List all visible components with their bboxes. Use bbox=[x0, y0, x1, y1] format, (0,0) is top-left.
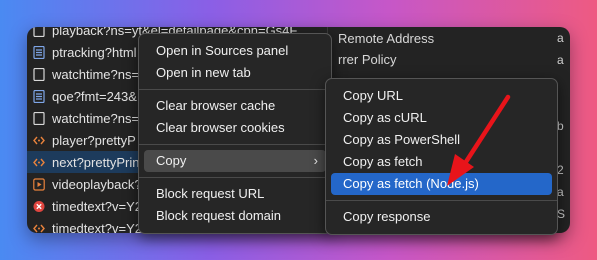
header-value-edge: b bbox=[557, 119, 564, 133]
copy-submenu: Copy URL Copy as cURL Copy as PowerShell… bbox=[325, 78, 558, 235]
context-menu: Open in Sources panel Open in new tab Cl… bbox=[138, 33, 332, 234]
request-name: ptracking?html bbox=[52, 44, 137, 60]
menu-divider bbox=[139, 144, 331, 145]
request-name: next?prettyPrin bbox=[52, 154, 140, 170]
menu-item-clear-browser-cookies[interactable]: Clear browser cookies bbox=[144, 117, 326, 139]
request-name: player?prettyP bbox=[52, 132, 136, 148]
code-icon bbox=[33, 158, 45, 166]
request-name: qoe?fmt=243& bbox=[52, 88, 137, 104]
request-name: timedtext?v=Y2 bbox=[52, 198, 142, 214]
document-icon bbox=[33, 27, 45, 37]
menu-item-copy-label: Copy bbox=[156, 153, 187, 168]
menu-item-block-request-url[interactable]: Block request URL bbox=[144, 183, 326, 205]
error-icon bbox=[33, 200, 45, 212]
header-value-edge: a bbox=[557, 53, 564, 67]
header-key-remote-address: Remote Address bbox=[338, 31, 435, 46]
menu-item-copy-as-fetch[interactable]: Copy as fetch bbox=[331, 151, 552, 173]
header-value-edge: S bbox=[557, 207, 566, 221]
menu-item-copy-as-curl[interactable]: Copy as cURL bbox=[331, 107, 552, 129]
header-value-edge: 2 bbox=[557, 163, 564, 177]
menu-divider bbox=[139, 177, 331, 178]
request-name: watchtime?ns= bbox=[52, 110, 140, 126]
document-icon bbox=[33, 45, 45, 59]
request-name: timedtext?v=Y2 bbox=[52, 220, 142, 234]
chevron-right-icon: › bbox=[313, 153, 318, 168]
code-icon bbox=[33, 224, 45, 232]
media-icon bbox=[33, 177, 45, 191]
menu-item-copy-as-powershell[interactable]: Copy as PowerShell bbox=[331, 129, 552, 151]
menu-item-copy[interactable]: Copy › bbox=[144, 150, 326, 172]
menu-item-clear-browser-cache[interactable]: Clear browser cache bbox=[144, 95, 326, 117]
code-icon bbox=[33, 136, 45, 144]
menu-divider bbox=[139, 89, 331, 90]
menu-item-copy-response[interactable]: Copy response bbox=[331, 206, 552, 228]
menu-item-open-in-new-tab[interactable]: Open in new tab bbox=[144, 62, 326, 84]
header-value-edge: a bbox=[557, 31, 564, 45]
menu-item-copy-url[interactable]: Copy URL bbox=[331, 85, 552, 107]
menu-item-block-request-domain[interactable]: Block request domain bbox=[144, 205, 326, 227]
header-value-edge: a bbox=[557, 185, 564, 199]
document-icon bbox=[33, 89, 45, 103]
request-name: watchtime?ns= bbox=[52, 66, 140, 82]
document-icon bbox=[33, 111, 45, 125]
menu-item-open-in-sources[interactable]: Open in Sources panel bbox=[144, 40, 326, 62]
menu-divider bbox=[326, 200, 557, 201]
document-icon bbox=[33, 67, 45, 81]
menu-item-copy-as-fetch-nodejs[interactable]: Copy as fetch (Node.js) bbox=[331, 173, 552, 195]
header-key-referrer-policy: rrer Policy bbox=[338, 52, 397, 67]
request-name: videoplayback? bbox=[52, 176, 142, 192]
